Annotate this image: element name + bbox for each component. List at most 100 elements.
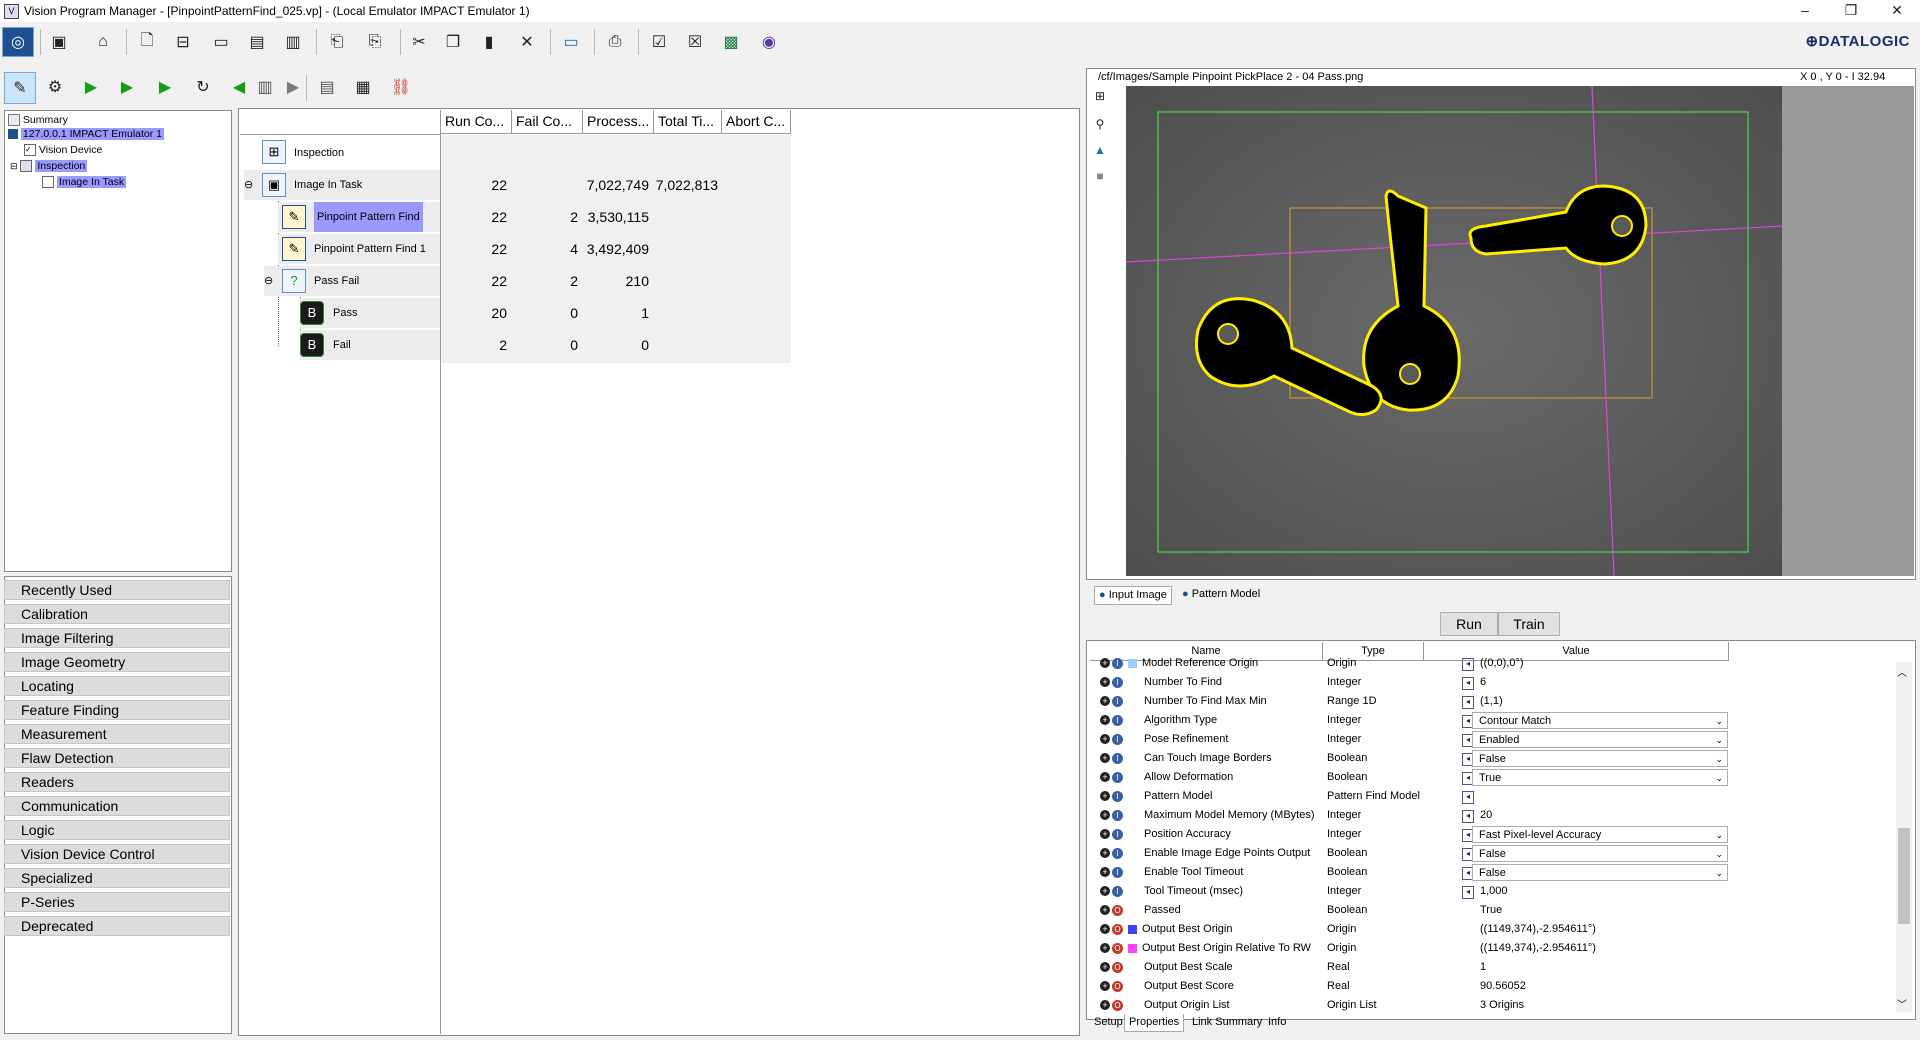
expand-icon[interactable]: + — [1100, 772, 1110, 782]
link-icon[interactable]: ◂ — [1462, 658, 1474, 671]
category-locating[interactable]: Locating — [4, 676, 230, 696]
property-row[interactable]: + I Pose Refinement Integer ◂ Enabled ⌄ — [1100, 730, 1728, 749]
tab-link-summary[interactable]: Link Summary — [1188, 1014, 1266, 1031]
new-file-icon[interactable]: 🗋 — [134, 29, 160, 55]
category-vision-device-control[interactable]: Vision Device Control — [4, 844, 230, 864]
prev-icon[interactable]: ◀ — [226, 74, 252, 100]
property-row[interactable]: + O Output Best Origin Origin ((1149,374),-2… — [1100, 920, 1728, 939]
link-icon[interactable]: ◂ — [1462, 696, 1474, 709]
category-image-geometry[interactable]: Image Geometry — [4, 652, 230, 672]
property-value-dropdown[interactable]: False ⌄ — [1472, 864, 1728, 881]
property-value-dropdown[interactable]: True ⌄ — [1472, 769, 1728, 786]
vision-device-icon[interactable]: ◎ — [2, 27, 34, 57]
tab-properties[interactable]: Properties — [1124, 1014, 1185, 1032]
open-icon[interactable]: ⊟ — [170, 29, 196, 55]
collapse-icon[interactable]: ⊖ — [264, 274, 273, 287]
tab-input-image[interactable]: ● Input Image — [1094, 586, 1172, 605]
grid-row-pinpoint-pattern-find-1[interactable]: ✎ Pinpoint Pattern Find 1 — [278, 234, 440, 264]
folder-icon[interactable]: ▭ — [208, 29, 234, 55]
scroll-thumb[interactable] — [1898, 828, 1910, 924]
category-calibration[interactable]: Calibration — [4, 604, 230, 624]
expand-icon[interactable]: + — [1100, 886, 1110, 896]
expand-icon[interactable]: + — [1100, 829, 1110, 839]
property-row[interactable]: + I Can Touch Image Borders Boolean ◂ False ⌄ — [1100, 749, 1728, 768]
col-run-count[interactable]: Run Co... — [441, 110, 512, 134]
save-all-icon[interactable]: ▥ — [280, 29, 306, 55]
histogram-icon[interactable]: ▲ — [1090, 140, 1110, 160]
counter-icon[interactable]: ▦ — [350, 74, 376, 100]
train-button[interactable]: Train — [1498, 612, 1560, 636]
image-tool-icon[interactable]: ⊞ — [1090, 86, 1110, 106]
fingerprint-icon[interactable]: ▩ — [718, 29, 744, 55]
category-recently-used[interactable]: Recently Used — [4, 580, 230, 600]
expand-icon[interactable]: + — [1100, 715, 1110, 725]
maximize-button[interactable]: ❐ — [1828, 0, 1874, 22]
link-icon[interactable]: ⛓ — [388, 74, 414, 100]
expand-icon[interactable]: + — [1100, 734, 1110, 744]
link-icon[interactable]: ◂ — [1462, 791, 1474, 804]
grid-row-pass-fail[interactable]: ⊖ ? Pass Fail — [264, 266, 440, 296]
next-icon[interactable]: ▶ — [280, 74, 306, 100]
checklist-icon[interactable]: ☑ — [646, 29, 672, 55]
property-row[interactable]: + O Passed Boolean True — [1100, 901, 1728, 920]
cut-icon[interactable]: ✂ — [406, 29, 432, 55]
category-p-series[interactable]: P-Series — [4, 892, 230, 912]
import-icon[interactable]: ⎗ — [324, 29, 350, 55]
expand-icon[interactable]: + — [1100, 924, 1110, 934]
copy-icon[interactable]: ❐ — [440, 29, 466, 55]
tree-item-summary[interactable]: Summary — [8, 114, 68, 127]
grid-row-image-in-task[interactable]: ⊖ ▣ Image In Task — [244, 170, 440, 200]
settings-icon[interactable]: ⚙ — [42, 74, 68, 100]
property-row[interactable]: + I Model Reference Origin Origin ◂ ((0,0),0°… — [1100, 654, 1728, 673]
expand-icon[interactable]: + — [1100, 962, 1110, 972]
property-value-dropdown[interactable]: Contour Match ⌄ — [1472, 712, 1728, 729]
expand-icon[interactable]: + — [1100, 658, 1110, 668]
loop-icon[interactable]: ↻ — [190, 74, 216, 100]
property-value-dropdown[interactable]: False ⌄ — [1472, 750, 1728, 767]
print-icon[interactable]: ⎙ — [602, 29, 628, 55]
tab-pattern-model[interactable]: ● Pattern Model — [1178, 586, 1264, 603]
col-total-time[interactable]: Total Ti... — [654, 110, 722, 134]
tree-item-vision-device[interactable]: ✓ Vision Device — [24, 144, 102, 157]
tab-info[interactable]: Info — [1264, 1014, 1290, 1031]
prop-scrollbar[interactable]: ︿ ﹀ — [1896, 662, 1912, 1012]
monitor-icon[interactable]: ▭ — [558, 29, 584, 55]
export-icon[interactable]: ⎘ — [362, 29, 388, 55]
property-row[interactable]: + I Number To Find Max Min Range 1D ◂ (1,1) — [1100, 692, 1728, 711]
link-icon[interactable]: ◂ — [1462, 886, 1474, 899]
property-row[interactable]: + I Allow Deformation Boolean ◂ True ⌄ — [1100, 768, 1728, 787]
property-row[interactable]: + I Enable Image Edge Points Output Boolean… — [1100, 844, 1728, 863]
property-row[interactable]: + I Number To Find Integer ◂ 6 — [1100, 673, 1728, 692]
property-row[interactable]: + O Output Best Score Real 90.56052 — [1100, 977, 1728, 996]
expand-icon[interactable]: + — [1100, 791, 1110, 801]
stop-icon[interactable]: ▣ — [46, 29, 72, 55]
expand-icon[interactable]: + — [1100, 810, 1110, 820]
property-row[interactable]: + O Output Best Origin Relative To RW Origi… — [1100, 939, 1728, 958]
expand-icon[interactable]: + — [1100, 981, 1110, 991]
expand-icon[interactable]: + — [1100, 696, 1110, 706]
category-readers[interactable]: Readers — [4, 772, 230, 792]
scroll-up-icon[interactable]: ︿ — [1897, 664, 1907, 679]
home-icon[interactable]: ⌂ — [90, 29, 116, 55]
expand-icon[interactable]: + — [1100, 753, 1110, 763]
tab-setup[interactable]: Setup — [1090, 1014, 1127, 1031]
property-value[interactable]: ((0,0),0°) — [1480, 654, 1524, 673]
inspection-image[interactable] — [1126, 86, 1782, 576]
expand-icon[interactable]: + — [1100, 867, 1110, 877]
col-process[interactable]: Process... — [583, 110, 654, 134]
property-value[interactable]: 20 — [1480, 806, 1492, 825]
checklist2-icon[interactable]: ☒ — [682, 29, 708, 55]
link-icon[interactable]: ◂ — [1462, 677, 1474, 690]
link-icon[interactable]: ◂ — [1462, 810, 1474, 823]
delete-icon[interactable]: ✕ — [514, 29, 540, 55]
category-image-filtering[interactable]: Image Filtering — [4, 628, 230, 648]
property-value-dropdown[interactable]: Enabled ⌄ — [1472, 731, 1728, 748]
property-row[interactable]: + I Maximum Model Memory (MBytes) Integer ◂ 2… — [1100, 806, 1728, 825]
category-flaw-detection[interactable]: Flaw Detection — [4, 748, 230, 768]
paste-icon[interactable]: ▮ — [476, 29, 502, 55]
grid-row-inspection[interactable]: ⊞ Inspection — [258, 138, 440, 168]
property-row[interactable]: + I Pattern Model Pattern Find Model ◂ — [1100, 787, 1728, 806]
property-row[interactable]: + I Position Accuracy Integer ◂ Fast Pixel-le… — [1100, 825, 1728, 844]
property-row[interactable]: + I Enable Tool Timeout Boolean ◂ False ⌄ — [1100, 863, 1728, 882]
col-abort-count[interactable]: Abort C... — [722, 110, 791, 134]
